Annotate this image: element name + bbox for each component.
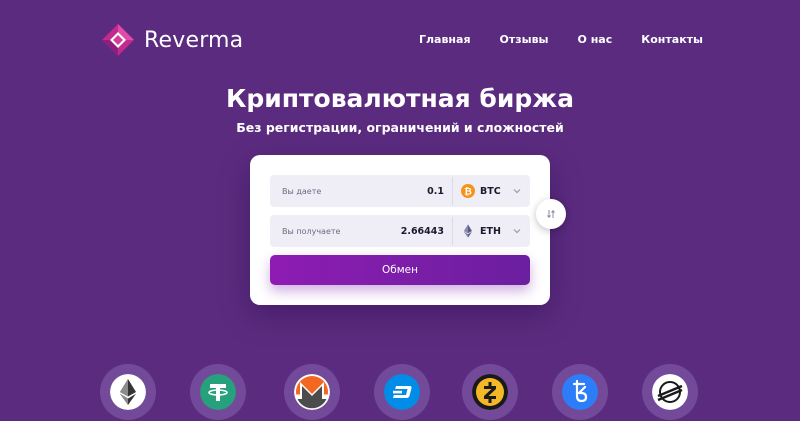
main-nav: Главная Отзывы О нас Контакты <box>419 33 703 46</box>
field-divider <box>452 217 453 245</box>
receive-coin-select[interactable]: ETH <box>454 215 530 247</box>
monero-icon <box>294 374 330 410</box>
dash-icon <box>384 374 420 410</box>
give-field[interactable]: Вы даете 0.1 ₿ BTC <box>270 175 530 207</box>
receive-amount-value: 2.66443 <box>400 225 444 237</box>
supported-coins-row <box>0 364 800 421</box>
receive-coin-name: ETH <box>480 225 501 237</box>
swap-button[interactable] <box>536 199 566 229</box>
give-label: Вы даете <box>282 186 322 196</box>
page-subtitle: Без регистрации, ограничений и сложносте… <box>236 120 564 135</box>
brand-name: Reverma <box>144 27 244 53</box>
ethereum-icon <box>464 224 472 238</box>
receive-label: Вы получаете <box>282 226 341 236</box>
swap-arrows-icon <box>547 210 555 218</box>
coin-item[interactable] <box>642 364 698 420</box>
tether-icon <box>200 374 236 410</box>
exchange-card: Вы даете 0.1 ₿ BTC Вы получаете 2.66443 <box>250 155 550 305</box>
zcash-icon <box>472 374 508 410</box>
give-coin-name: BTC <box>480 185 501 197</box>
coin-item[interactable] <box>284 364 340 420</box>
nav-item-reviews[interactable]: Отзывы <box>500 33 549 46</box>
give-amount-input[interactable]: 0.1 <box>427 186 444 197</box>
give-coin-select[interactable]: ₿ BTC <box>454 175 530 207</box>
coin-item[interactable] <box>552 364 608 420</box>
page-title: Криптовалютная биржа <box>225 84 575 113</box>
svg-text:₿: ₿ <box>464 186 472 197</box>
stellar-icon <box>652 374 688 410</box>
coin-item[interactable] <box>374 364 430 420</box>
receive-field[interactable]: Вы получаете 2.66443 ETH <box>270 215 530 247</box>
coin-item[interactable] <box>190 364 246 420</box>
chevron-down-icon <box>513 189 521 194</box>
nav-item-home[interactable]: Главная <box>419 33 471 46</box>
nav-item-about[interactable]: О нас <box>578 33 613 46</box>
reverma-logo-icon <box>102 24 134 56</box>
coin-item[interactable] <box>100 364 156 420</box>
nav-item-contacts[interactable]: Контакты <box>641 33 703 46</box>
tezos-icon <box>562 374 598 410</box>
exchange-button[interactable]: Обмен <box>270 255 530 285</box>
logo[interactable]: Reverma <box>100 22 243 58</box>
coin-item[interactable] <box>462 364 518 420</box>
field-divider <box>452 177 453 205</box>
bitcoin-icon: ₿ <box>461 184 475 198</box>
ethereum-icon <box>110 374 146 410</box>
header: Reverma Главная Отзывы О нас Контакты <box>0 0 800 80</box>
chevron-down-icon <box>513 229 521 234</box>
